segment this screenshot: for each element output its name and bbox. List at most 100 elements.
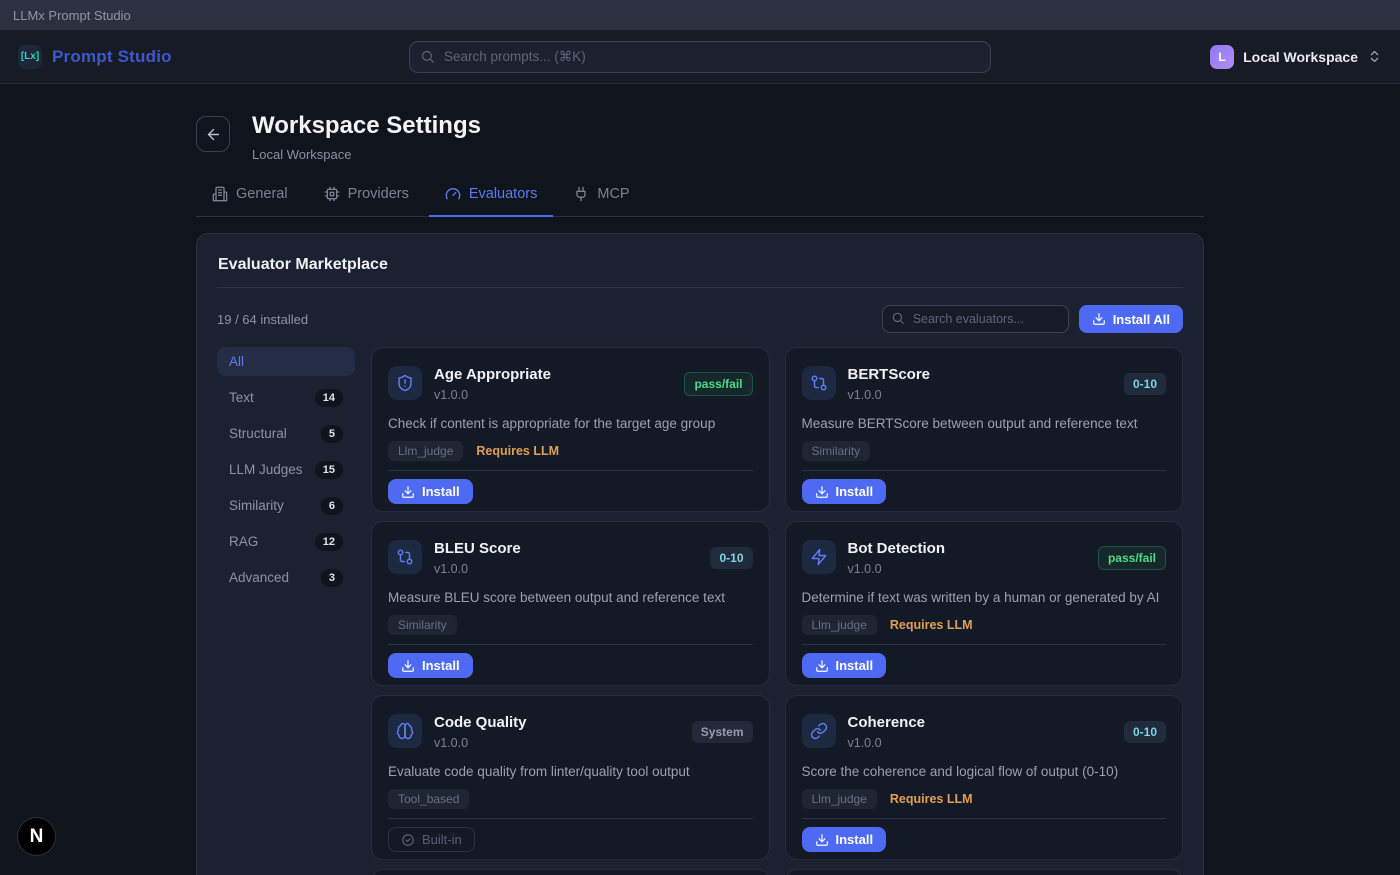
- download-icon: [401, 659, 415, 673]
- nextjs-devtools-badge[interactable]: N: [18, 818, 55, 855]
- card-divider: [802, 644, 1167, 645]
- evaluator-card-partial: Command Passes: [371, 869, 770, 875]
- category-count-badge: 15: [315, 461, 343, 479]
- card-divider: [388, 644, 753, 645]
- tab-providers[interactable]: Providers: [308, 186, 425, 217]
- evaluator-version: v1.0.0: [434, 388, 551, 402]
- shield-alert-icon: [388, 366, 422, 400]
- card-divider: [802, 818, 1167, 819]
- app-logo[interactable]: [Lx] Prompt Studio: [18, 45, 172, 69]
- plug-icon: [573, 186, 589, 202]
- score-type-badge: System: [692, 721, 753, 743]
- evaluator-title: BERTScore: [848, 366, 931, 383]
- settings-tabs: General Providers EvaluatorsMCP: [196, 186, 1204, 217]
- install-button-label: Install: [836, 832, 874, 847]
- tab-label: Providers: [348, 186, 409, 202]
- builtin-button: Built-in: [388, 827, 475, 852]
- chip-icon: [324, 186, 340, 202]
- category-count-badge: 3: [321, 569, 343, 587]
- evaluator-marketplace-panel: Evaluator Marketplace 19 / 64 installed …: [196, 233, 1204, 875]
- evaluator-search-input[interactable]: [882, 305, 1069, 333]
- evaluator-description: Measure BERTScore between output and ref…: [802, 416, 1167, 431]
- page-head: Workspace Settings Local Workspace: [196, 112, 1204, 162]
- evaluator-title: Code Quality: [434, 714, 527, 731]
- marketplace-body: All Text 14 Structural5 LLM Judges 15 Similari…: [217, 347, 1183, 875]
- evaluator-card: Bot Detectionv1.0.0pass/failDetermine if…: [785, 521, 1184, 686]
- category-count-badge: 14: [315, 389, 343, 407]
- score-type-badge: 0-10: [710, 547, 752, 569]
- category-structural[interactable]: Structural5: [217, 419, 355, 448]
- install-button-label: Install: [836, 484, 874, 499]
- building-icon: [212, 186, 228, 202]
- category-advanced[interactable]: Advanced3: [217, 563, 355, 592]
- evaluator-version: v1.0.0: [848, 562, 946, 576]
- content-column: Workspace Settings Local Workspace Gener…: [196, 112, 1204, 875]
- app-header: [Lx] Prompt Studio L Local Workspace: [0, 30, 1400, 84]
- install-button[interactable]: Install: [802, 653, 887, 678]
- category-rag[interactable]: RAG12: [217, 527, 355, 556]
- category-label: Similarity: [229, 498, 284, 513]
- category-all[interactable]: All: [217, 347, 355, 376]
- evaluator-description: Measure BLEU score between output and re…: [388, 590, 753, 605]
- evaluator-card: BLEU Scorev1.0.00-10Measure BLEU score b…: [371, 521, 770, 686]
- category-label: All: [229, 354, 244, 369]
- app-name: Prompt Studio: [52, 47, 172, 67]
- evaluator-tag: Similarity: [388, 615, 457, 635]
- requires-llm-note: Requires LLM: [476, 444, 559, 458]
- evaluator-title: BLEU Score: [434, 540, 521, 557]
- download-icon: [401, 485, 415, 499]
- evaluator-card: Coherencev1.0.00-10Score the coherence a…: [785, 695, 1184, 860]
- marketplace-toolbar: 19 / 64 installed Install All: [217, 305, 1183, 333]
- category-count-badge: 6: [321, 497, 343, 515]
- install-button[interactable]: Install: [802, 827, 887, 852]
- card-divider: [802, 470, 1167, 471]
- arrow-left-icon: [205, 126, 222, 143]
- category-similarity[interactable]: Similarity 6: [217, 491, 355, 520]
- install-button[interactable]: Install: [388, 479, 473, 504]
- evaluator-tag: Llm_judge: [388, 441, 463, 461]
- evaluator-search: [882, 305, 1069, 333]
- download-icon: [1092, 312, 1106, 326]
- installed-summary: 19 / 64 installed: [217, 312, 308, 327]
- workspace-avatar: L: [1210, 45, 1234, 69]
- workspace-switcher[interactable]: L Local Workspace: [1210, 45, 1382, 69]
- evaluator-title: Bot Detection: [848, 540, 946, 557]
- install-button-label: Install: [836, 658, 874, 673]
- category-label: Text: [229, 390, 254, 405]
- evaluator-tag: Tool_based: [388, 789, 469, 809]
- install-button[interactable]: Install: [388, 653, 473, 678]
- window-title: LLMx Prompt Studio: [13, 8, 131, 23]
- category-list: All Text 14 Structural5 LLM Judges 15 Similari…: [217, 347, 355, 592]
- category-label: Structural: [229, 426, 287, 441]
- evaluator-title: Age Appropriate: [434, 366, 551, 383]
- prompt-search-input[interactable]: [409, 41, 991, 73]
- evaluator-title: Coherence: [848, 714, 926, 731]
- back-button[interactable]: [196, 116, 230, 152]
- install-button[interactable]: Install: [802, 479, 887, 504]
- category-text[interactable]: Text 14: [217, 383, 355, 412]
- nextjs-logo: N: [30, 826, 44, 848]
- category-label: LLM Judges: [229, 462, 303, 477]
- git-compare-icon: [388, 540, 422, 574]
- evaluator-version: v1.0.0: [848, 388, 931, 402]
- evaluator-description: Determine if text was written by a human…: [802, 590, 1167, 605]
- builtin-button-label: Built-in: [422, 832, 462, 847]
- os-titlebar: LLMx Prompt Studio: [0, 0, 1400, 30]
- evaluator-description: Check if content is appropriate for the …: [388, 416, 753, 431]
- score-type-badge: 0-10: [1124, 373, 1166, 395]
- zap-icon: [802, 540, 836, 574]
- score-type-badge: pass/fail: [684, 372, 752, 396]
- evaluator-tag: Llm_judge: [802, 615, 877, 635]
- install-all-button[interactable]: Install All: [1079, 305, 1183, 333]
- tab-mcp[interactable]: MCP: [557, 186, 645, 217]
- prompt-search: [409, 41, 991, 73]
- tab-evaluators[interactable]: Evaluators: [429, 186, 554, 217]
- install-button-label: Install: [422, 658, 460, 673]
- install-button-label: Install: [422, 484, 460, 499]
- search-icon: [891, 311, 905, 325]
- tab-general[interactable]: General: [196, 186, 304, 217]
- brain-icon: [388, 714, 422, 748]
- search-icon: [420, 49, 435, 64]
- category-llm-judges[interactable]: LLM Judges 15: [217, 455, 355, 484]
- evaluator-description: Score the coherence and logical flow of …: [802, 764, 1167, 779]
